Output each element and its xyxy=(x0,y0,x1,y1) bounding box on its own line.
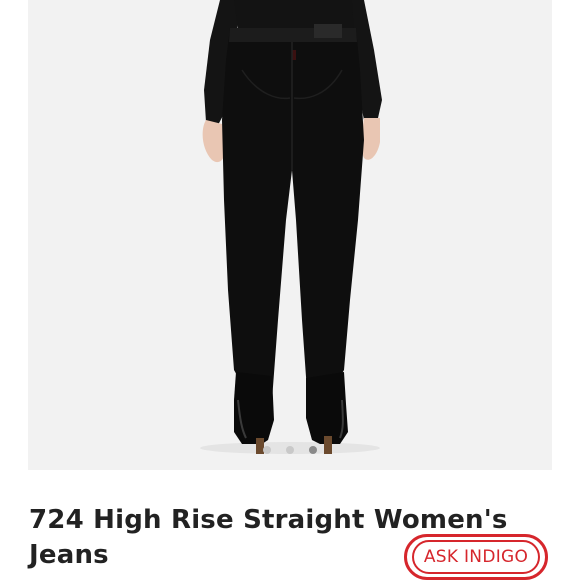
carousel-dot[interactable] xyxy=(286,446,294,454)
ask-indigo-label: ASK INDIGO xyxy=(423,547,529,567)
ask-indigo-button-frame: ASK INDIGO xyxy=(412,540,540,574)
product-photo xyxy=(28,0,552,470)
product-image-carousel[interactable] xyxy=(28,0,552,470)
product-screen: 724 High Rise Straight Women's Jeans ASK… xyxy=(0,0,580,580)
carousel-dot[interactable] xyxy=(263,446,271,454)
carousel-dots xyxy=(28,446,552,454)
carousel-dot-active[interactable] xyxy=(309,446,317,454)
ask-indigo-button[interactable]: ASK INDIGO xyxy=(404,534,548,580)
